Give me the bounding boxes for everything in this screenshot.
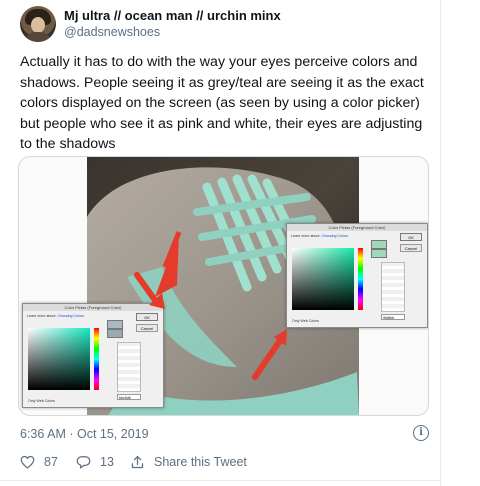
tweet-media[interactable]: Color Picker (Foreground Color) Learn mo… <box>18 156 429 416</box>
picker-right-learn-link[interactable]: Choosing Colors <box>321 234 348 238</box>
share-icon <box>131 455 144 468</box>
tweet-card: Mj ultra // ocean man // urchin minx @da… <box>0 0 480 486</box>
tweet-actions: 87 13 Share this Tweet <box>0 452 440 472</box>
tweet-text: Actually it has to do with the way your … <box>20 54 424 152</box>
picker-left-spectrum[interactable] <box>28 328 90 390</box>
share-label: Share this Tweet <box>154 455 247 469</box>
picker-right-hue-slider[interactable] <box>358 248 363 310</box>
avatar-body <box>24 32 52 42</box>
picker-right-swatch-current <box>371 249 387 258</box>
info-icon[interactable]: i <box>413 425 429 441</box>
reply-button[interactable]: 13 <box>76 452 114 472</box>
author-handle[interactable]: @dadsnewshoes <box>64 25 160 39</box>
picker-left-cancel-button[interactable]: Cancel <box>136 324 158 332</box>
avatar[interactable] <box>20 6 56 42</box>
avatar-face <box>31 17 45 33</box>
picker-left-swatch-new <box>107 320 123 329</box>
picker-right-learn-prefix: Learn more about: <box>291 234 321 238</box>
reply-icon <box>76 456 91 469</box>
picker-left-ok-button[interactable]: OK <box>136 313 158 321</box>
picker-left-title: Color Picker (Foreground Color) <box>23 304 163 311</box>
picker-left-web-colors[interactable]: Only Web Colors <box>28 399 55 403</box>
color-picker-right[interactable]: Color Picker (Foreground Color) Learn mo… <box>286 223 428 328</box>
picker-right-title: Color Picker (Foreground Color) <box>287 224 427 231</box>
picker-right-cancel-button[interactable]: Cancel <box>400 244 422 252</box>
picker-left-fields[interactable] <box>117 342 141 392</box>
author-name[interactable]: Mj ultra // ocean man // urchin minx <box>64 8 281 23</box>
tweet-bottom-divider <box>0 480 441 481</box>
picker-left-learn-prefix: Learn more about: <box>27 314 57 318</box>
picker-left-hex-field[interactable]: bbc5db <box>117 394 141 400</box>
picker-left-hue-slider[interactable] <box>94 328 99 390</box>
picker-right-fields[interactable] <box>381 262 405 312</box>
like-count: 87 <box>44 455 58 469</box>
heart-icon <box>20 455 35 469</box>
picker-right-hex-field[interactable]: 9fd8bb <box>381 314 405 320</box>
picker-left-learn-link[interactable]: Choosing Colors <box>57 314 84 318</box>
color-picker-left[interactable]: Color Picker (Foreground Color) Learn mo… <box>22 303 164 408</box>
picker-right-web-colors[interactable]: Only Web Colors <box>292 319 319 323</box>
column-divider <box>440 0 441 486</box>
picker-right-swatch-new <box>371 240 387 249</box>
picker-right-spectrum[interactable] <box>292 248 354 310</box>
reply-count: 13 <box>100 455 114 469</box>
picker-left-swatch-current <box>107 329 123 338</box>
tweet-timestamp[interactable]: 6:36 AM · Oct 15, 2019 <box>20 427 149 441</box>
share-button[interactable]: Share this Tweet <box>130 452 247 472</box>
picker-right-ok-button[interactable]: OK <box>400 233 422 241</box>
like-button[interactable]: 87 <box>20 452 58 472</box>
